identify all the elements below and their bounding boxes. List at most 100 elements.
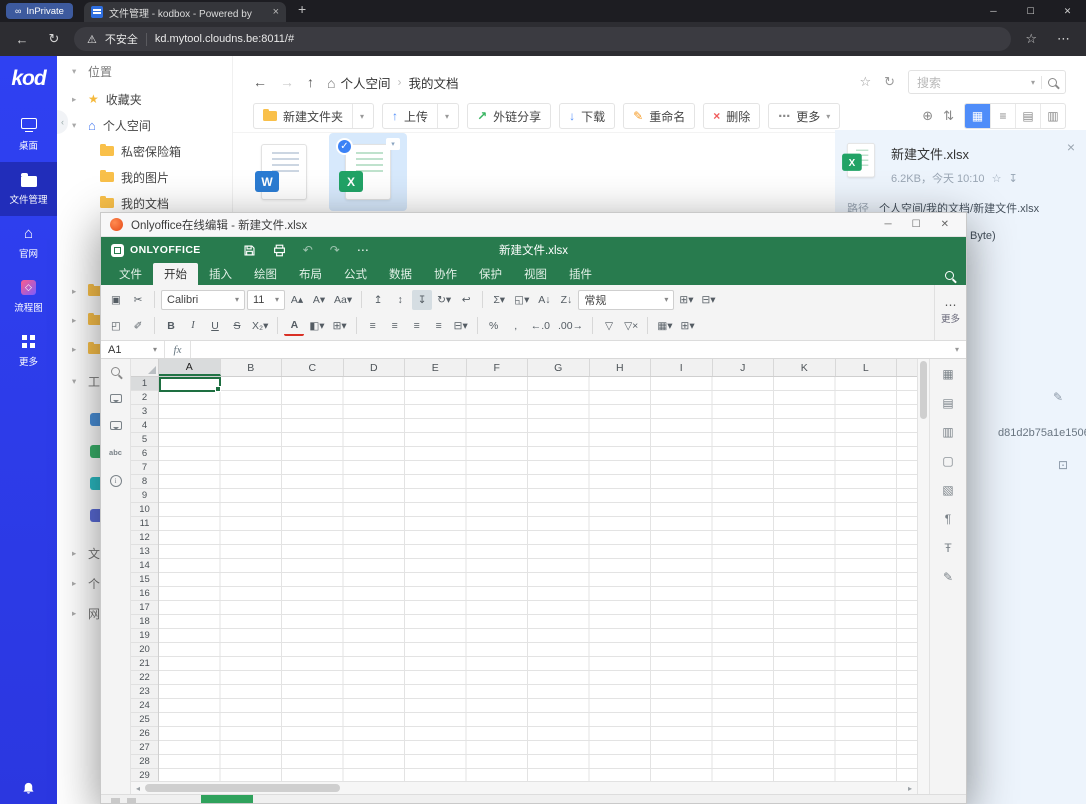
row-header-22[interactable]: 22: [131, 671, 158, 685]
textart-settings-icon[interactable]: Ŧ: [944, 541, 951, 555]
oo-number-format-select[interactable]: 常规 ▾: [578, 289, 675, 310]
oo-insert-cells-button[interactable]: ⊞▾: [676, 290, 696, 310]
chart-settings-icon[interactable]: ▧: [942, 483, 953, 497]
paragraph-settings-icon[interactable]: ¶: [945, 512, 951, 526]
breadcrumb-item[interactable]: ⌂ 个人空间: [327, 73, 390, 92]
row-header-10[interactable]: 10: [131, 503, 158, 517]
dialog-minimize-button[interactable]: ─: [885, 219, 892, 230]
row-header-29[interactable]: 29: [131, 769, 158, 781]
oo-strikeout-button[interactable]: S: [227, 316, 247, 336]
select-all-corner[interactable]: [131, 359, 159, 376]
ribbon-search-icon[interactable]: [945, 271, 954, 280]
about-icon[interactable]: i: [109, 475, 122, 487]
browser-back-button[interactable]: ←: [10, 27, 34, 51]
save-icon[interactable]: [243, 244, 256, 257]
scroll-right-icon[interactable]: ▸: [905, 784, 915, 793]
oo-clear-filter-button[interactable]: ▽×: [621, 316, 641, 336]
zoom-icon[interactable]: ⊕: [922, 108, 933, 124]
row-header-28[interactable]: 28: [131, 755, 158, 769]
rail-item-more[interactable]: 更多: [0, 324, 57, 378]
window-minimize-button[interactable]: ─: [975, 0, 1012, 22]
nav-back-button[interactable]: ←: [253, 74, 267, 90]
oo-font-color-button[interactable]: A: [284, 316, 305, 336]
ribbon-tab-插入[interactable]: 插入: [198, 263, 243, 285]
column-header-J[interactable]: J: [713, 359, 774, 376]
split-caret-icon[interactable]: ▾: [352, 104, 364, 128]
ribbon-tab-绘图[interactable]: 绘图: [243, 263, 288, 285]
oo-comma-style-button[interactable]: ,: [506, 316, 526, 336]
download-button[interactable]: ↓ 下载: [559, 103, 616, 129]
column-header-B[interactable]: B: [221, 359, 282, 376]
breadcrumb-item[interactable]: 我的文档: [408, 73, 458, 92]
oo-orientation-button[interactable]: ↻▾: [434, 290, 454, 310]
file-menu-caret-icon[interactable]: ▾: [386, 138, 400, 150]
browser-tab[interactable]: 文件管理 - kodbox - Powered by ×: [84, 2, 286, 22]
ribbon-tab-数据[interactable]: 数据: [378, 263, 423, 285]
insert-function-button[interactable]: fx: [165, 341, 191, 358]
spellcheck-icon[interactable]: abc: [109, 448, 122, 457]
horizontal-scrollbar[interactable]: ◂ ▸: [131, 781, 917, 794]
column-header-E[interactable]: E: [405, 359, 467, 376]
ribbon-tab-保护[interactable]: 保护: [468, 263, 513, 285]
toolbar-more-button[interactable]: ⋯ 更多: [934, 285, 966, 340]
ribbon-tab-协作[interactable]: 协作: [423, 263, 468, 285]
edit-description-icon[interactable]: ✎: [1053, 390, 1063, 404]
sort-icon[interactable]: ⇅: [943, 108, 954, 124]
window-close-button[interactable]: ✕: [1049, 0, 1086, 22]
browser-menu-icon[interactable]: ⋯: [1051, 31, 1076, 47]
oo-clear-button[interactable]: ◱▾: [511, 290, 532, 310]
column-header-L[interactable]: L: [836, 359, 897, 376]
oo-paste-button[interactable]: ▣: [106, 290, 126, 310]
spreadsheet-grid[interactable]: ABCDEFGHIJKL 1 2 3 4 5 6 7 8 9 10 11 12 13 14 15 16 17 18…: [131, 359, 917, 781]
oo-table-template-button[interactable]: ⊞▾: [678, 316, 698, 336]
view-columns-button[interactable]: ▥: [1040, 104, 1065, 128]
column-header-C[interactable]: C: [282, 359, 344, 376]
oo-font-size-select[interactable]: 11 ▾: [247, 289, 285, 310]
grid-cells[interactable]: [159, 377, 917, 781]
undo-icon[interactable]: ↶: [303, 243, 313, 257]
upload-button[interactable]: ↑ 上传 ▾: [382, 103, 460, 129]
vertical-scrollbar[interactable]: [917, 359, 929, 794]
oo-bold-button[interactable]: B: [161, 316, 181, 336]
column-header-G[interactable]: G: [528, 359, 590, 376]
notifications-bell-icon[interactable]: [0, 781, 57, 796]
split-caret-icon[interactable]: ▾: [437, 104, 449, 128]
detail-star-icon[interactable]: ☆: [992, 172, 1002, 185]
oo-cond-format-button[interactable]: ▦▾: [654, 316, 675, 336]
row-header-3[interactable]: 3: [131, 405, 158, 419]
signature-settings-icon[interactable]: ✎: [943, 570, 953, 584]
favorite-folder-icon[interactable]: ☆: [859, 74, 871, 90]
oo-align-left-button[interactable]: ≡: [363, 316, 383, 336]
refresh-icon[interactable]: ↻: [884, 74, 895, 90]
oo-fill-color-button[interactable]: ◧▾: [306, 316, 327, 336]
window-maximize-button[interactable]: ☐: [1012, 0, 1049, 22]
vertical-scroll-thumb[interactable]: [920, 361, 927, 419]
row-header-8[interactable]: 8: [131, 475, 158, 489]
search-options-caret-icon[interactable]: ▾: [1031, 78, 1035, 87]
row-header-6[interactable]: 6: [131, 447, 158, 461]
row-header-7[interactable]: 7: [131, 461, 158, 475]
rail-item-desktop[interactable]: 桌面: [0, 108, 57, 162]
oo-sort-asc-button[interactable]: A↓: [534, 290, 554, 310]
bookmark-star-icon[interactable]: ☆: [1019, 31, 1043, 47]
column-header-D[interactable]: D: [344, 359, 405, 376]
view-detail-button[interactable]: ▤: [1015, 104, 1040, 128]
oo-percent-style-button[interactable]: %: [484, 316, 504, 336]
table-settings-icon[interactable]: ▤: [942, 396, 953, 410]
detail-extra-icon[interactable]: ⊡: [1058, 458, 1068, 472]
row-header-24[interactable]: 24: [131, 699, 158, 713]
cell-settings-icon[interactable]: ▦: [942, 367, 953, 381]
file-item-excel[interactable]: X ✓ ▾: [329, 133, 407, 211]
image-settings-icon[interactable]: ▢: [942, 454, 953, 468]
rail-item-file-manager[interactable]: 文件管理: [0, 162, 57, 216]
oo-decimal-decrease-button[interactable]: ←.0: [528, 316, 553, 336]
sheet-list-icon[interactable]: [127, 798, 136, 803]
oo-cut-button[interactable]: ✂: [128, 290, 148, 310]
oo-align-center-button[interactable]: ≡: [385, 316, 405, 336]
share-button[interactable]: ↗ 外链分享: [467, 103, 552, 129]
comments-icon[interactable]: [109, 394, 122, 403]
dialog-maximize-button[interactable]: ☐: [912, 219, 921, 230]
column-header-I[interactable]: I: [651, 359, 713, 376]
chevron-right-icon[interactable]: ▸: [72, 315, 81, 326]
oo-font-name-select[interactable]: Calibri ▾: [161, 289, 245, 310]
